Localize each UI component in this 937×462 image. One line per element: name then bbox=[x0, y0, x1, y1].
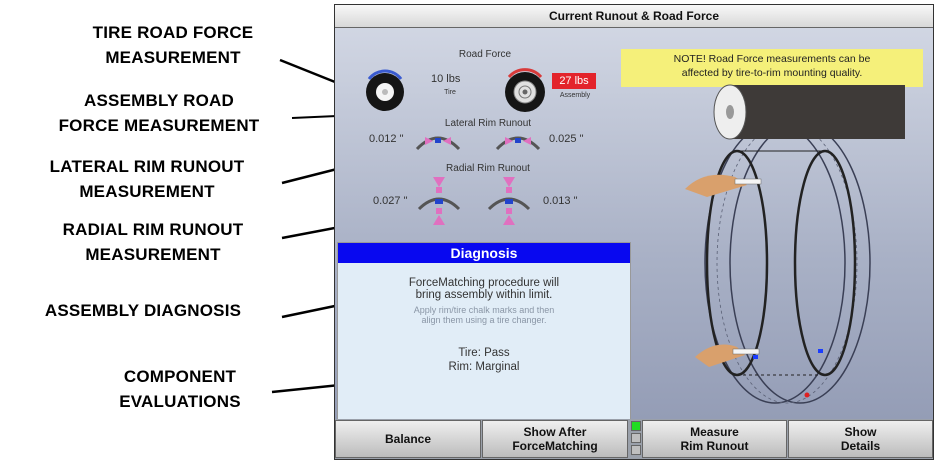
radial-runout-right-icon bbox=[487, 177, 531, 225]
lateral-runout-right-value: 0.025 " bbox=[549, 133, 584, 145]
lateral-runout-left-icon bbox=[415, 136, 461, 151]
assembly-force-badge: 27 lbs bbox=[552, 73, 596, 89]
show-details-button[interactable]: Show Details bbox=[788, 420, 933, 458]
assembly-force-caption: Assembly bbox=[559, 92, 591, 99]
balance-button[interactable]: Balance bbox=[335, 420, 481, 458]
lateral-runout-left-value: 0.012 " bbox=[369, 133, 404, 145]
tire-force-caption: Tire bbox=[444, 89, 456, 96]
diagnosis-panel: Diagnosis ForceMatching procedure will b… bbox=[337, 242, 631, 422]
screen-title: Current Runout & Road Force bbox=[335, 5, 933, 28]
status-led-3 bbox=[631, 445, 641, 455]
diagnosis-line-2: bring assembly within limit. bbox=[415, 289, 553, 301]
radial-runout-label: Radial Rim Runout bbox=[446, 163, 530, 174]
diagnosis-hint-1: Apply rim/tire chalk marks and then bbox=[413, 305, 555, 315]
diagnosis-line-1: ForceMatching procedure will bbox=[408, 277, 560, 289]
status-led-green bbox=[631, 421, 641, 431]
measure-rim-runout-button[interactable]: Measure Rim Runout bbox=[642, 420, 787, 458]
road-force-label: Road Force bbox=[458, 49, 512, 60]
softkey-bar: Balance Show After ForceMatching Measure… bbox=[335, 419, 933, 459]
radial-runout-left-value: 0.027 " bbox=[373, 195, 408, 207]
diagnosis-hint-2: align them using a tire changer. bbox=[421, 315, 547, 325]
tire-force-value: 10 lbs bbox=[431, 73, 461, 85]
tire-icon bbox=[366, 69, 404, 111]
lateral-runout-right-icon bbox=[495, 136, 541, 151]
lateral-runout-label: Lateral Rim Runout bbox=[444, 118, 532, 129]
show-after-forcematching-button[interactable]: Show After ForceMatching bbox=[482, 420, 628, 458]
diagnosis-header: Diagnosis bbox=[338, 243, 630, 263]
balancer-screen: Current Runout & Road Force Road Force 1… bbox=[334, 4, 934, 460]
radial-runout-right-value: 0.013 " bbox=[543, 195, 578, 207]
radial-runout-left-icon bbox=[417, 177, 461, 225]
status-led-2 bbox=[631, 433, 641, 443]
tire-evaluation: Tire: Pass bbox=[458, 347, 510, 359]
tire-roller-illustration bbox=[685, 84, 905, 404]
rim-evaluation: Rim: Marginal bbox=[448, 361, 520, 373]
assembly-icon bbox=[505, 68, 545, 112]
